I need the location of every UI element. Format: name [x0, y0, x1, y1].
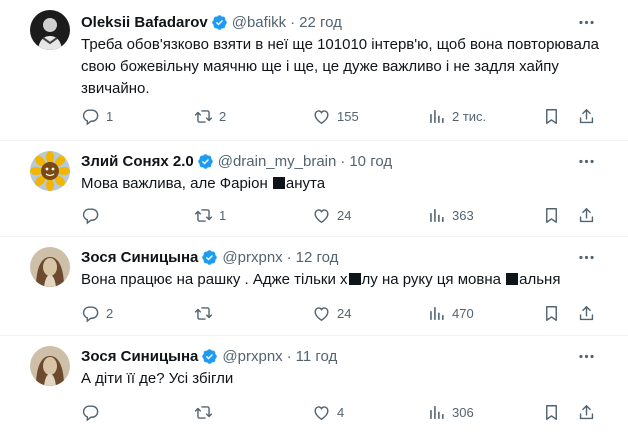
divider: [0, 140, 628, 141]
display-name[interactable]: Злий Сонях 2.0: [81, 153, 194, 170]
censor-block: [348, 273, 361, 285]
separator-dot: ·: [290, 13, 296, 31]
tweet-text: А діти її де? Усі збігли: [81, 370, 234, 387]
like-count: 155: [337, 108, 359, 124]
reply-button[interactable]: 1: [81, 106, 113, 126]
reply-icon: [81, 206, 100, 225]
handle[interactable]: @drain_my_brain: [218, 153, 337, 170]
retweet-icon: [194, 304, 213, 323]
like-button[interactable]: 24: [312, 205, 351, 225]
avatar[interactable]: [30, 346, 70, 386]
tweet-text: Мова важлива, але Фаріон анута: [81, 173, 611, 195]
retweet-count: 2: [219, 108, 227, 124]
reply-count: 1: [106, 108, 114, 124]
views-count: 2 тис.: [452, 108, 487, 124]
separator-dot: ·: [286, 248, 292, 266]
like-count: 24: [337, 207, 352, 223]
views-button[interactable]: 363: [427, 205, 474, 225]
handle[interactable]: @prxpnx: [222, 249, 282, 266]
retweet-icon: [194, 403, 213, 422]
separator-dot: ·: [340, 152, 346, 170]
divider: [0, 335, 628, 336]
views-count: 470: [452, 305, 474, 321]
like-button[interactable]: 24: [312, 303, 351, 323]
share-icon[interactable]: [576, 402, 596, 422]
retweet-button[interactable]: [194, 303, 219, 323]
bookmark-icon[interactable]: [541, 303, 561, 323]
like-icon: [312, 403, 331, 422]
separator-dot: ·: [286, 347, 292, 365]
like-count: 24: [337, 305, 352, 321]
tweet-text-part: альня: [519, 271, 561, 288]
reply-button[interactable]: [81, 402, 106, 422]
display-name[interactable]: Зося Синицына: [81, 348, 198, 365]
display-name[interactable]: Oleksii Bafadarov: [81, 14, 208, 31]
tweet-actions: 2 24 470: [0, 303, 628, 323]
more-icon[interactable]: [576, 151, 596, 171]
views-icon: [427, 107, 446, 126]
bookmark-icon[interactable]: [541, 402, 561, 422]
verified-badge-icon: [201, 249, 218, 266]
verified-badge-icon: [201, 348, 218, 365]
display-name[interactable]: Зося Синицына: [81, 249, 198, 266]
more-icon[interactable]: [576, 12, 596, 32]
avatar[interactable]: [30, 10, 70, 50]
reply-icon: [81, 304, 100, 323]
more-icon[interactable]: [576, 346, 596, 366]
retweet-icon: [194, 206, 213, 225]
verified-badge-icon: [197, 153, 214, 170]
like-count: 4: [337, 404, 345, 420]
views-icon: [427, 304, 446, 323]
views-button[interactable]: 2 тис.: [427, 106, 486, 126]
retweet-icon: [194, 107, 213, 126]
tweet-text-part: анута: [285, 175, 326, 192]
tweet-text: Треба обов'язково взяти в неї ще 101010 …: [81, 36, 599, 97]
timestamp[interactable]: 11 год: [296, 348, 338, 365]
verified-badge-icon: [211, 14, 228, 31]
retweet-button[interactable]: 2: [194, 106, 226, 126]
like-button[interactable]: 4: [312, 402, 344, 422]
tweet-actions: 1 24 363: [0, 205, 628, 225]
avatar[interactable]: [30, 151, 70, 191]
divider: [0, 236, 628, 237]
views-icon: [427, 206, 446, 225]
timestamp[interactable]: 12 год: [296, 249, 339, 266]
avatar[interactable]: [30, 247, 70, 287]
reply-button[interactable]: [81, 205, 106, 225]
views-button[interactable]: 306: [427, 402, 474, 422]
more-icon[interactable]: [576, 247, 596, 267]
tweet-text: Вона працює на рашку . Адже тільки х лу н…: [81, 269, 611, 291]
like-icon: [312, 304, 331, 323]
tweet-text-part: Вона працює на рашку . Адже тільки х: [81, 271, 348, 288]
handle[interactable]: @bafikk: [232, 14, 286, 31]
reply-icon: [81, 107, 100, 126]
share-icon[interactable]: [576, 303, 596, 323]
like-icon: [312, 107, 331, 126]
share-icon[interactable]: [576, 106, 596, 126]
views-icon: [427, 403, 446, 422]
bookmark-icon[interactable]: [541, 205, 561, 225]
share-icon[interactable]: [576, 205, 596, 225]
handle[interactable]: @prxpnx: [222, 348, 282, 365]
tweet-actions: 4 306: [0, 402, 628, 422]
views-count: 306: [452, 404, 474, 420]
censor-block: [272, 177, 285, 189]
censor-block: [506, 273, 519, 285]
bookmark-icon[interactable]: [541, 106, 561, 126]
retweet-button[interactable]: 1: [194, 205, 226, 225]
timestamp[interactable]: 10 год: [349, 153, 392, 170]
tweet-actions: 1 2 155 2 тис.: [0, 106, 628, 126]
reply-button[interactable]: 2: [81, 303, 113, 323]
tweet-text-part: Мова важлива, але Фаріон: [81, 175, 272, 192]
reply-icon: [81, 403, 100, 422]
reply-count: 2: [106, 305, 114, 321]
views-count: 363: [452, 207, 474, 223]
views-button[interactable]: 470: [427, 303, 474, 323]
retweet-count: 1: [219, 207, 227, 223]
like-icon: [312, 206, 331, 225]
retweet-button[interactable]: [194, 402, 219, 422]
timestamp[interactable]: 22 год: [299, 14, 342, 31]
like-button[interactable]: 155: [312, 106, 359, 126]
tweet-text-part: лу на руку ця мовна: [361, 271, 506, 288]
